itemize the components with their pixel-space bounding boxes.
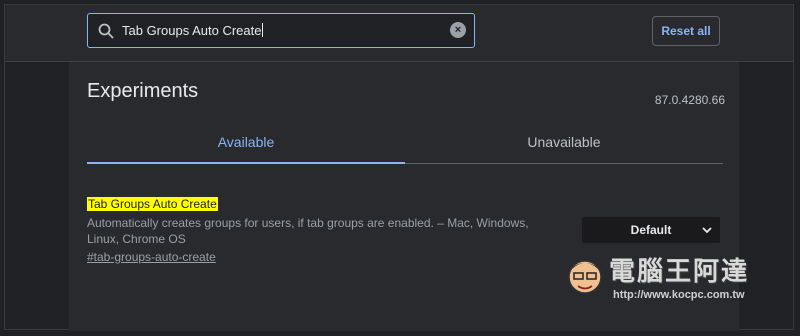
search-input[interactable]: Tab Groups Auto Create: [122, 23, 264, 38]
text-cursor: [262, 23, 264, 37]
chevron-down-icon: [702, 227, 712, 234]
header-bar: Tab Groups Auto Create × Reset all: [5, 5, 793, 62]
app-window: Tab Groups Auto Create × Reset all Exper…: [4, 4, 794, 331]
experiment-title: Tab Groups Auto Create: [87, 197, 218, 211]
clear-search-icon[interactable]: ×: [450, 22, 466, 38]
watermark-logo: 電腦王阿達 http://www.kocpc.com.tw: [565, 245, 775, 307]
experiment-description: Automatically creates groups for users, …: [87, 216, 529, 246]
tab-unavailable[interactable]: Unavailable: [405, 134, 723, 150]
reset-all-button[interactable]: Reset all: [652, 16, 720, 46]
experiment-state-select[interactable]: Default: [582, 217, 720, 243]
watermark-name: 電腦王阿達: [609, 256, 750, 286]
tab-available[interactable]: Available: [87, 134, 405, 150]
version-number: 87.0.4280.66: [654, 93, 725, 107]
search-box[interactable]: Tab Groups Auto Create ×: [87, 13, 475, 48]
select-value: Default: [630, 223, 672, 237]
page-title: Experiments: [87, 80, 199, 102]
search-icon: [98, 23, 114, 39]
mascot-face-icon: [568, 260, 602, 294]
tab-divider: [405, 163, 723, 164]
watermark-url: http://www.kocpc.com.tw: [613, 289, 745, 301]
tab-active-indicator: [87, 162, 405, 164]
experiment-link[interactable]: #tab-groups-auto-create: [87, 250, 216, 264]
